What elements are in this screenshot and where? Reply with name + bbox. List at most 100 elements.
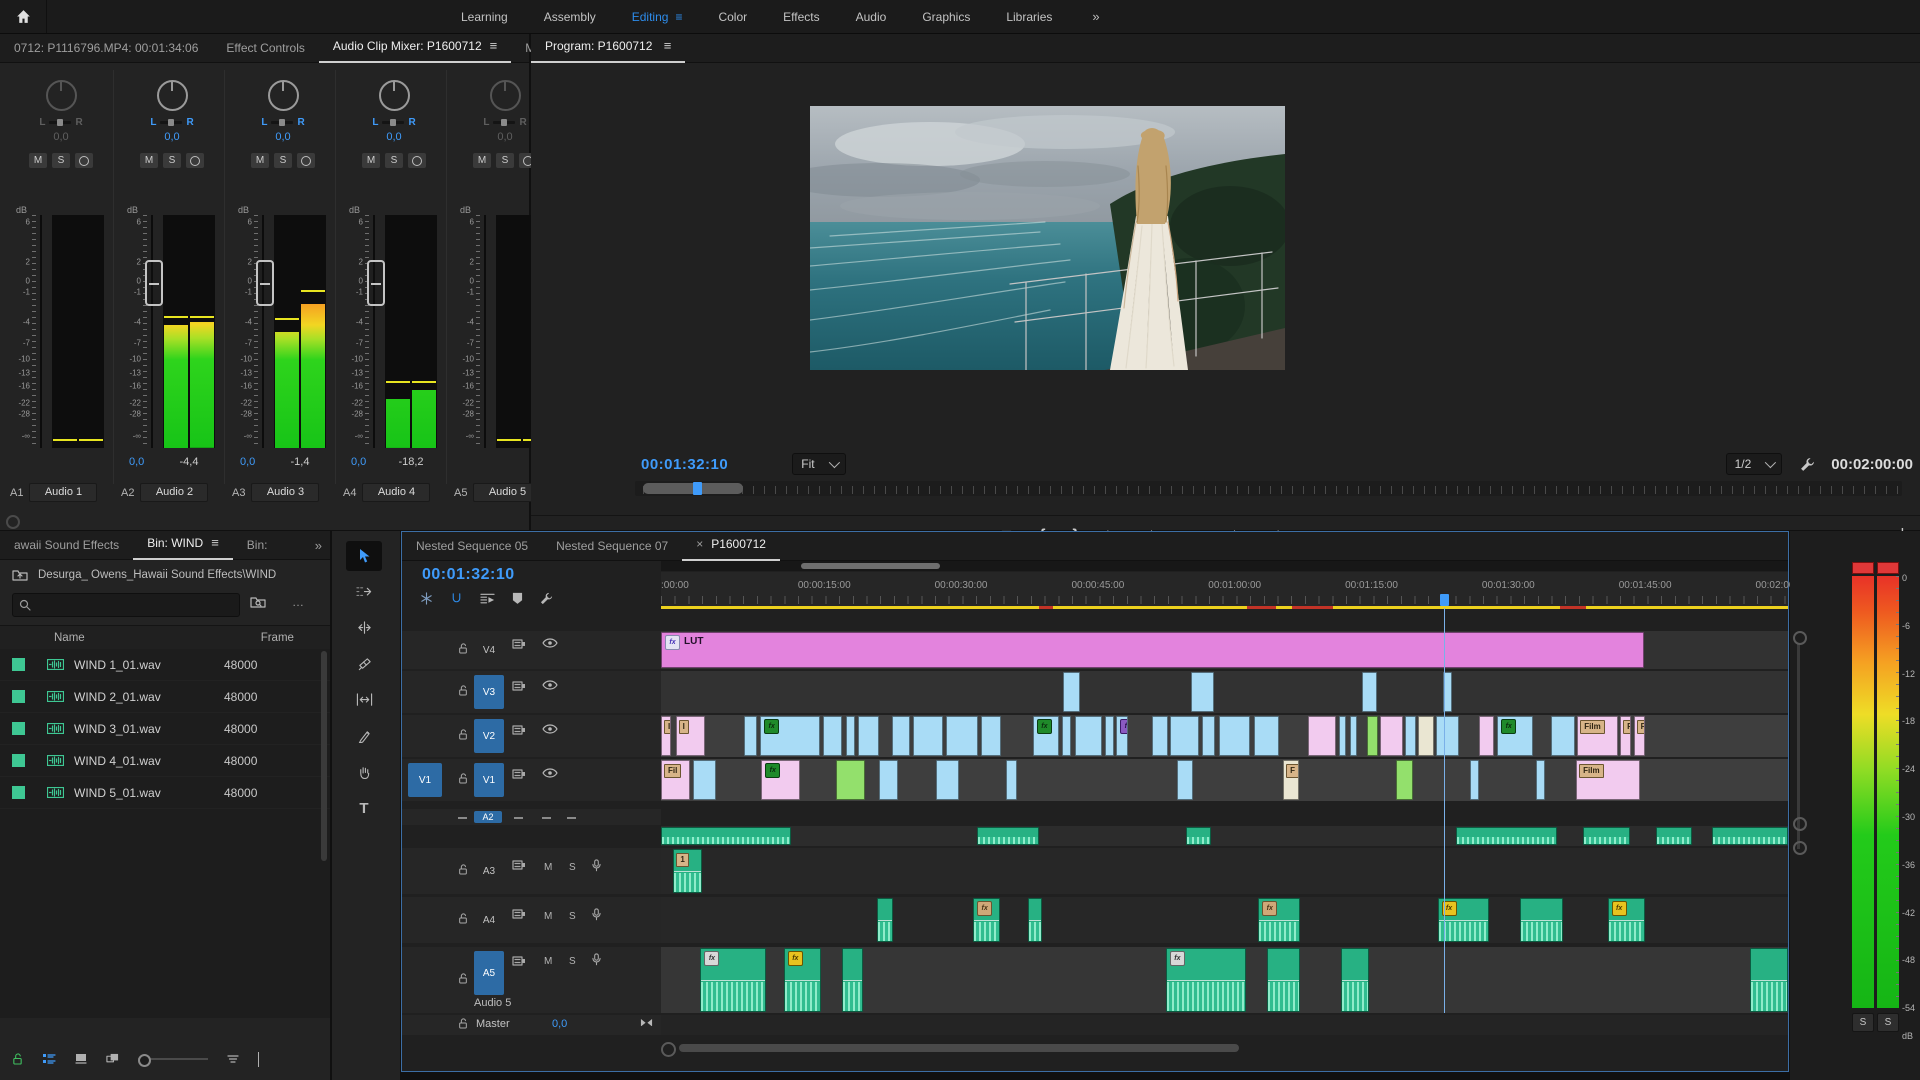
video-clip[interactable]	[1190, 672, 1215, 712]
mute-button[interactable]: M	[544, 862, 552, 873]
wrench-icon[interactable]	[540, 592, 553, 605]
list-item[interactable]: WIND 1_01.wav 48000	[0, 649, 330, 681]
track-target-v3[interactable]: V3	[474, 675, 504, 709]
track-header-a2[interactable]: A2	[402, 809, 661, 825]
track-header-a3[interactable]: A3 M S	[402, 848, 661, 894]
audio-clip[interactable]	[661, 827, 791, 845]
video-clip[interactable]: Film	[1577, 716, 1618, 756]
video-clip[interactable]	[1535, 760, 1545, 800]
pan-knob[interactable]	[45, 80, 77, 111]
fader-handle[interactable]	[256, 260, 274, 307]
video-clip[interactable]	[1366, 716, 1378, 756]
video-clip[interactable]	[1380, 716, 1403, 756]
track-lane-a3[interactable]: 1	[661, 848, 1788, 894]
mute-button[interactable]: M	[473, 153, 491, 168]
video-clip[interactable]: I	[675, 716, 705, 756]
workspace-tab-graphics[interactable]: Graphics	[922, 10, 970, 24]
solo-button[interactable]: S	[385, 153, 403, 168]
track-lane-a4[interactable]: fx fx fx fx	[661, 897, 1788, 943]
video-clip[interactable]	[1170, 716, 1199, 756]
track-target-a5[interactable]: A5	[474, 951, 504, 995]
workspace-tab-audio[interactable]: Audio	[856, 10, 887, 24]
lock-icon[interactable]	[458, 685, 468, 697]
label-color-swatch[interactable]	[12, 754, 25, 767]
lock-icon[interactable]	[458, 913, 468, 925]
label-color-swatch[interactable]	[12, 690, 25, 703]
linked-selection-icon[interactable]	[420, 592, 433, 605]
audio-clip[interactable]	[1455, 827, 1557, 845]
video-clip[interactable]: F	[1283, 760, 1299, 800]
bowtie-icon[interactable]	[640, 1019, 653, 1027]
thumbnail-view-icon[interactable]	[75, 1053, 87, 1065]
sort-icon[interactable]	[227, 1054, 239, 1064]
video-clip[interactable]	[1307, 716, 1337, 756]
record-arm-button[interactable]	[408, 153, 426, 168]
eye-icon[interactable]	[542, 724, 558, 734]
source-patch-v1[interactable]: V1	[408, 763, 442, 797]
pan-slider[interactable]	[49, 119, 72, 126]
search-input[interactable]	[37, 597, 221, 613]
video-clip[interactable]	[1418, 716, 1435, 756]
track-lane-a5[interactable]: fx fx fx	[661, 947, 1788, 1013]
timeline-tab-0[interactable]: Nested Sequence 05	[402, 532, 542, 560]
video-clip[interactable]	[845, 716, 855, 756]
video-clip[interactable]	[1361, 672, 1377, 712]
settings-wrench-icon[interactable]	[1800, 457, 1815, 472]
sync-lock-icon[interactable]	[512, 908, 526, 920]
vscroll-handle-top[interactable]	[1793, 631, 1807, 645]
audio-clip[interactable]	[1267, 948, 1300, 1012]
type-tool[interactable]: T	[346, 793, 382, 823]
track-header-v3[interactable]: V3	[402, 671, 661, 713]
video-clip[interactable]	[835, 760, 865, 800]
scroll-zoom-handle[interactable]	[661, 1042, 676, 1057]
channel-name-field[interactable]: Audio 4	[362, 483, 431, 502]
video-clip[interactable]: F	[1620, 716, 1632, 756]
track-name[interactable]: Audio 5	[474, 997, 511, 1009]
column-header-name[interactable]: Name	[54, 632, 85, 644]
workspace-tab-libraries[interactable]: Libraries	[1006, 10, 1052, 24]
fader-track[interactable]	[40, 215, 42, 448]
timeline-ruler[interactable]: :00:00 00:00:15:00 00:00:30:00 00:00:45:00 0…	[661, 572, 1808, 609]
audio-vscroll-handle[interactable]	[1793, 841, 1807, 855]
scrubber-playhead[interactable]	[693, 482, 702, 495]
list-item[interactable]: WIND 3_01.wav 48000	[0, 713, 330, 745]
video-clip[interactable]	[1005, 760, 1018, 800]
solo-button[interactable]: S	[569, 956, 576, 967]
video-clip[interactable]: Film	[1576, 760, 1641, 800]
video-clip[interactable]	[1349, 716, 1358, 756]
audio-clip[interactable]: fx	[1437, 898, 1490, 942]
track-header-v2[interactable]: V2	[402, 715, 661, 757]
panel-menu-icon[interactable]: ≡	[490, 38, 498, 53]
timeline-work-area-bar[interactable]	[661, 561, 1788, 571]
sync-lock-icon[interactable]	[512, 680, 526, 692]
list-view-icon[interactable]	[42, 1053, 56, 1065]
mixer-tab-0[interactable]: 0712: P1116796.MP4: 00:01:34:06	[0, 34, 212, 62]
timeline-timecode[interactable]: 00:01:32:10	[422, 566, 515, 584]
lock-icon[interactable]	[458, 1018, 468, 1030]
video-clip[interactable]	[1551, 716, 1575, 756]
pan-knob[interactable]	[156, 80, 188, 111]
solo-button[interactable]: S	[569, 911, 576, 922]
folder-up-icon[interactable]	[12, 569, 28, 581]
channel-name-field[interactable]: Audio 2	[140, 483, 209, 502]
track-header-a4[interactable]: A4 M S	[402, 897, 661, 943]
master-volume-value[interactable]: 0,0	[552, 1018, 567, 1030]
video-clip[interactable]: fx	[1497, 716, 1534, 756]
vscroll-handle-bottom[interactable]	[1793, 817, 1807, 831]
track-lane-v2[interactable]: IIfx fx fx fx Film FF	[661, 715, 1788, 757]
video-clip[interactable]	[1105, 716, 1115, 756]
tab-program[interactable]: Program: P1600712 ≡	[531, 33, 686, 63]
mixer-tab-2[interactable]: Audio Clip Mixer: P1600712 ≡	[318, 33, 512, 63]
video-clip[interactable]	[913, 716, 943, 756]
audio-clip[interactable]	[1656, 827, 1693, 845]
pen-tool[interactable]	[346, 721, 382, 751]
workspace-overflow-button[interactable]: »	[1092, 9, 1099, 24]
timeline-tab-2[interactable]: × P1600712	[682, 531, 780, 561]
program-zoom-select[interactable]: Fit	[792, 453, 846, 475]
video-clip[interactable]	[692, 760, 717, 800]
clip-indicator-left[interactable]	[1852, 562, 1874, 574]
program-resolution-select[interactable]: 1/2	[1725, 453, 1783, 475]
fader-track[interactable]	[373, 215, 375, 448]
slip-tool[interactable]	[346, 685, 382, 715]
column-header-frame-rate[interactable]: Frame	[261, 632, 294, 644]
